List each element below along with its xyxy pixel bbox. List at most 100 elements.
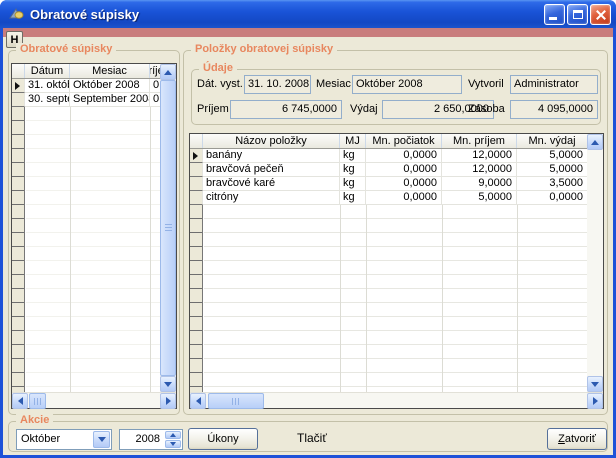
scroll-thumb[interactable] — [160, 80, 176, 376]
cell-mn-vydaj[interactable]: 0,0000 — [517, 191, 587, 205]
item-row[interactable]: bravčová pečeň kg 0,0000 12,0000 5,0000 — [190, 163, 587, 177]
empty-rows-area — [190, 205, 587, 392]
cell-nazov[interactable]: bravčové karé — [203, 177, 340, 191]
field-prijem[interactable]: 6 745,0000 — [230, 100, 342, 119]
cell-mn-pociatok[interactable]: 0,0000 — [366, 177, 442, 191]
chevron-down-icon — [170, 442, 176, 446]
maximize-button[interactable] — [567, 4, 588, 25]
year-spinner-value: 2008 — [136, 433, 160, 445]
field-vytvoril[interactable]: Administrator — [510, 75, 598, 94]
item-row[interactable]: banány kg 0,0000 12,0000 5,0000 — [190, 149, 587, 163]
app-window: Obratové súpisky H Obratové súpisky Dátu… — [0, 0, 616, 458]
cell-datum[interactable]: 31. október 2008 — [25, 79, 70, 93]
cell-mesiac[interactable]: Október 2008 — [70, 79, 150, 93]
combobox-arrow-button[interactable] — [93, 431, 110, 448]
field-label-vydaj: Výdaj — [350, 100, 378, 119]
row-selector-cell[interactable] — [190, 177, 203, 191]
maximize-icon — [573, 10, 583, 19]
group-obratove-supisky: Obratové súpisky Dátum Mesiac Príjem 31.… — [8, 50, 180, 415]
cell-nazov[interactable]: citróny — [203, 191, 340, 205]
grid-corner-cell — [12, 64, 25, 78]
month-combobox[interactable]: Október — [16, 429, 112, 450]
year-spinner[interactable]: 2008 — [119, 429, 183, 450]
column-header-nazov[interactable]: Názov položky — [203, 134, 340, 148]
tlacit-label[interactable]: Tlačiť — [297, 431, 327, 445]
horizontal-scrollbar[interactable] — [190, 392, 603, 408]
column-header-mn-pociatok[interactable]: Mn. počiatok — [366, 134, 442, 148]
cell-prijem[interactable]: 0 — [150, 79, 160, 93]
cell-mn-prijem[interactable]: 12,0000 — [442, 163, 517, 177]
column-header-datum[interactable]: Dátum — [25, 64, 70, 78]
scroll-down-button[interactable] — [160, 376, 176, 392]
cell-mn-pociatok[interactable]: 0,0000 — [366, 149, 442, 163]
row-selector-cell[interactable] — [12, 93, 25, 107]
cell-nazov[interactable]: bravčová pečeň — [203, 163, 340, 177]
column-header-mj[interactable]: MJ — [340, 134, 366, 148]
supisky-row[interactable]: 30. september 2008 September 2008 0 — [12, 93, 160, 107]
cell-mn-prijem[interactable]: 5,0000 — [442, 191, 517, 205]
horizontal-scrollbar[interactable] — [12, 392, 176, 408]
vertical-scrollbar[interactable] — [160, 64, 176, 392]
current-row-marker-icon — [15, 82, 20, 90]
scroll-right-button[interactable] — [160, 393, 176, 409]
app-icon — [8, 6, 25, 22]
zatvorit-button[interactable]: Zatvoriť — [547, 428, 607, 450]
row-selector-cell[interactable] — [190, 163, 203, 177]
chevron-up-icon — [170, 433, 176, 437]
cell-mj[interactable]: kg — [340, 177, 366, 191]
items-grid: Názov položky MJ Mn. počiatok Mn. príjem… — [189, 133, 604, 409]
right-group-title: Položky obratovej súpisky — [191, 43, 337, 55]
scroll-up-button[interactable] — [160, 64, 176, 80]
field-label-prijem: Príjem — [197, 100, 229, 119]
supisky-grid: Dátum Mesiac Príjem 31. október 2008 Okt… — [11, 63, 177, 409]
close-button[interactable] — [590, 4, 611, 25]
scroll-thumb[interactable] — [208, 393, 264, 409]
cell-mn-vydaj[interactable]: 5,0000 — [517, 163, 587, 177]
scroll-up-button[interactable] — [587, 134, 603, 150]
column-header-mesiac[interactable]: Mesiac — [70, 64, 150, 78]
row-selector-cell[interactable] — [190, 191, 203, 205]
field-zasoba[interactable]: 4 095,0000 — [510, 100, 598, 119]
field-mesiac[interactable]: Október 2008 — [352, 75, 462, 94]
field-dat-vyst[interactable]: 31. 10. 2008 — [244, 75, 311, 94]
scroll-down-button[interactable] — [587, 376, 603, 392]
cell-mn-vydaj[interactable]: 5,0000 — [517, 149, 587, 163]
chevron-down-icon — [591, 382, 599, 387]
cell-mn-pociatok[interactable]: 0,0000 — [366, 163, 442, 177]
ukony-button[interactable]: Úkony — [188, 428, 258, 450]
spinner-up-button[interactable] — [165, 431, 181, 439]
left-group-title: Obratové súpisky — [16, 43, 116, 55]
cell-mn-vydaj[interactable]: 3,5000 — [517, 177, 587, 191]
cell-datum[interactable]: 30. september 2008 — [25, 93, 70, 107]
column-header-mn-vydaj[interactable]: Mn. výdaj — [517, 134, 587, 148]
titlebar[interactable]: Obratové súpisky — [0, 0, 616, 28]
minimize-button[interactable] — [544, 4, 565, 25]
spinner-down-button[interactable] — [165, 440, 181, 448]
cell-mj[interactable]: kg — [340, 163, 366, 177]
scroll-thumb[interactable] — [29, 393, 46, 409]
window-title: Obratové súpisky — [30, 7, 544, 22]
scroll-left-button[interactable] — [190, 393, 206, 409]
cell-mj[interactable]: kg — [340, 149, 366, 163]
field-label-zasoba: Zásoba — [468, 100, 505, 119]
row-selector-cell[interactable] — [190, 149, 203, 163]
cell-mj[interactable]: kg — [340, 191, 366, 205]
cell-mn-prijem[interactable]: 9,0000 — [442, 177, 517, 191]
chevron-left-icon — [18, 397, 23, 405]
item-row[interactable]: citróny kg 0,0000 5,0000 0,0000 — [190, 191, 587, 205]
scroll-right-button[interactable] — [587, 393, 603, 409]
column-header-mn-prijem[interactable]: Mn. príjem — [442, 134, 517, 148]
cell-nazov[interactable]: banány — [203, 149, 340, 163]
month-combobox-value: Október — [21, 433, 60, 445]
scroll-left-button[interactable] — [12, 393, 28, 409]
window-body: H Obratové súpisky Dátum Mesiac Príjem 3… — [3, 28, 613, 455]
cell-mesiac[interactable]: September 2008 — [70, 93, 150, 107]
item-row[interactable]: bravčové karé kg 0,0000 9,0000 3,5000 — [190, 177, 587, 191]
supisky-row[interactable]: 31. október 2008 Október 2008 0 — [12, 79, 160, 93]
row-selector-cell[interactable] — [12, 79, 25, 93]
cell-mn-pociatok[interactable]: 0,0000 — [366, 191, 442, 205]
vertical-scrollbar[interactable] — [587, 134, 603, 392]
cell-prijem[interactable]: 0 — [150, 93, 160, 107]
cell-mn-prijem[interactable]: 12,0000 — [442, 149, 517, 163]
field-label-mesiac: Mesiac — [316, 75, 351, 94]
